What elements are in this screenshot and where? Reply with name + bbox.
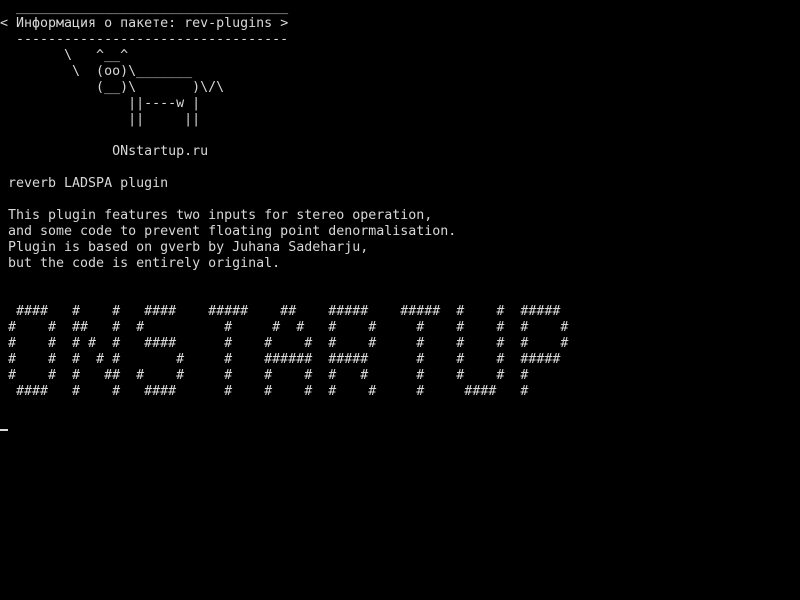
cow-line: ||----w | xyxy=(8,96,201,111)
cow-line: (__)\ )\/\ xyxy=(8,80,225,95)
ascii-art-line: # # # ## # # # # # # # # # # # xyxy=(8,368,529,383)
ascii-art-line: #### # # #### ##### ## ##### ##### # # #… xyxy=(8,304,561,319)
ascii-art-line: # # # # # # # ###### ##### # # # ##### xyxy=(8,352,561,367)
banner-top-rule: __________________________________ xyxy=(8,0,289,15)
banner-title: < Информация о пакете: rev-plugins > xyxy=(0,16,289,31)
terminal-screen[interactable]: __________________________________ < Инф… xyxy=(0,0,800,600)
cow-line: || || xyxy=(8,112,201,127)
ascii-art-line: #### # # #### # # # # # # #### # xyxy=(8,384,529,399)
ascii-art-line: # # ## # # # # # # # # # # # # xyxy=(8,320,569,335)
description-line: Plugin is based on gverb by Juhana Sadeh… xyxy=(8,240,369,255)
cow-line: \ (oo)\_______ xyxy=(8,64,193,79)
description-line: but the code is entirely original. xyxy=(8,256,281,271)
description-line: and some code to prevent floating point … xyxy=(8,224,457,239)
text-cursor xyxy=(0,429,8,431)
banner-bottom-rule: ---------------------------------- xyxy=(8,32,289,47)
package-summary: reverb LADSPA plugin xyxy=(8,176,169,191)
site-name: ONstartup.ru xyxy=(8,144,209,159)
ascii-art-line: # # # # # #### # # # # # # # # # # xyxy=(8,336,569,351)
cow-line: \ ^__^ xyxy=(8,48,129,63)
description-line: This plugin features two inputs for ster… xyxy=(8,208,433,223)
